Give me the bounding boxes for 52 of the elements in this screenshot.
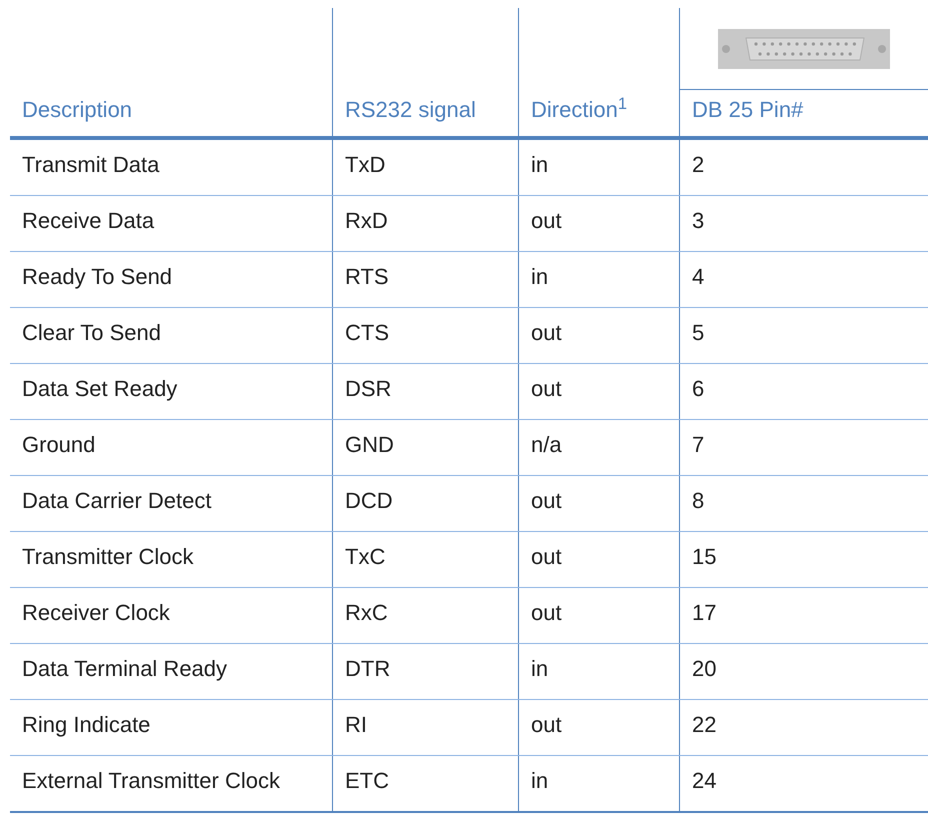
table-cell: RxC [345,600,388,625]
table-cell: TxC [345,544,386,569]
column-header: Direction$^{1}$ [531,94,627,124]
table-cell: out [531,320,562,345]
column-header: RS232 signal [345,96,476,124]
table-cell: out [531,488,562,513]
table-cell: 17 [692,600,716,625]
table-cell: out [531,600,562,625]
table-cell: 15 [692,544,716,569]
table-cell: 3 [692,208,704,233]
table-cell: Data Terminal Ready [22,656,228,681]
table-cell: CTS [345,320,389,345]
table-cell: Ground [22,432,96,457]
table-cell: 24 [692,768,716,793]
table-cell: External Transmitter Clock [22,768,280,793]
table-cell: out [531,376,562,401]
table-cell: RTS [345,264,389,289]
table-cell: Data Carrier Detect [22,488,212,513]
table-cell: n/a [531,432,562,457]
table-cell: Receive Data [22,208,154,233]
table-cell: DCD [345,488,393,513]
table-cell: 8 [692,488,704,513]
table-cell: Ring Indicate [22,712,150,737]
table-cell: GND [345,432,394,457]
table-cell: Data Set Ready [22,376,178,401]
table-cell: Transmitter Clock [22,544,194,569]
table-cell: 5 [692,320,704,345]
column-header: Description [22,96,132,124]
table-cell: Transmit Data [22,152,160,177]
table-cell: 2 [692,152,704,177]
table-cell: out [531,544,562,569]
table-cell: Clear To Send [22,320,162,345]
table-cell: out [531,208,562,233]
table-cell: in [531,152,548,177]
table-cell: out [531,712,562,737]
table-cell: ETC [345,768,389,793]
table-cell: RI [345,712,367,737]
table-cell: DSR [345,376,392,401]
table-cell: 6 [692,376,704,401]
table-cell: TxD [345,152,386,177]
table-cell: DTR [345,656,390,681]
table-cell: 4 [692,264,704,289]
table-cell: 7 [692,432,704,457]
table-cell: RxD [345,208,388,233]
table-cell: in [531,264,548,289]
table-cell: Ready To Send [22,264,172,289]
table-cell: 20 [692,656,716,681]
column-header: DB 25 Pin# [692,96,804,124]
table-cell: Receiver Clock [22,600,170,625]
table-cell: in [531,768,548,793]
table-cell: in [531,656,548,681]
table-cell: 22 [692,712,716,737]
